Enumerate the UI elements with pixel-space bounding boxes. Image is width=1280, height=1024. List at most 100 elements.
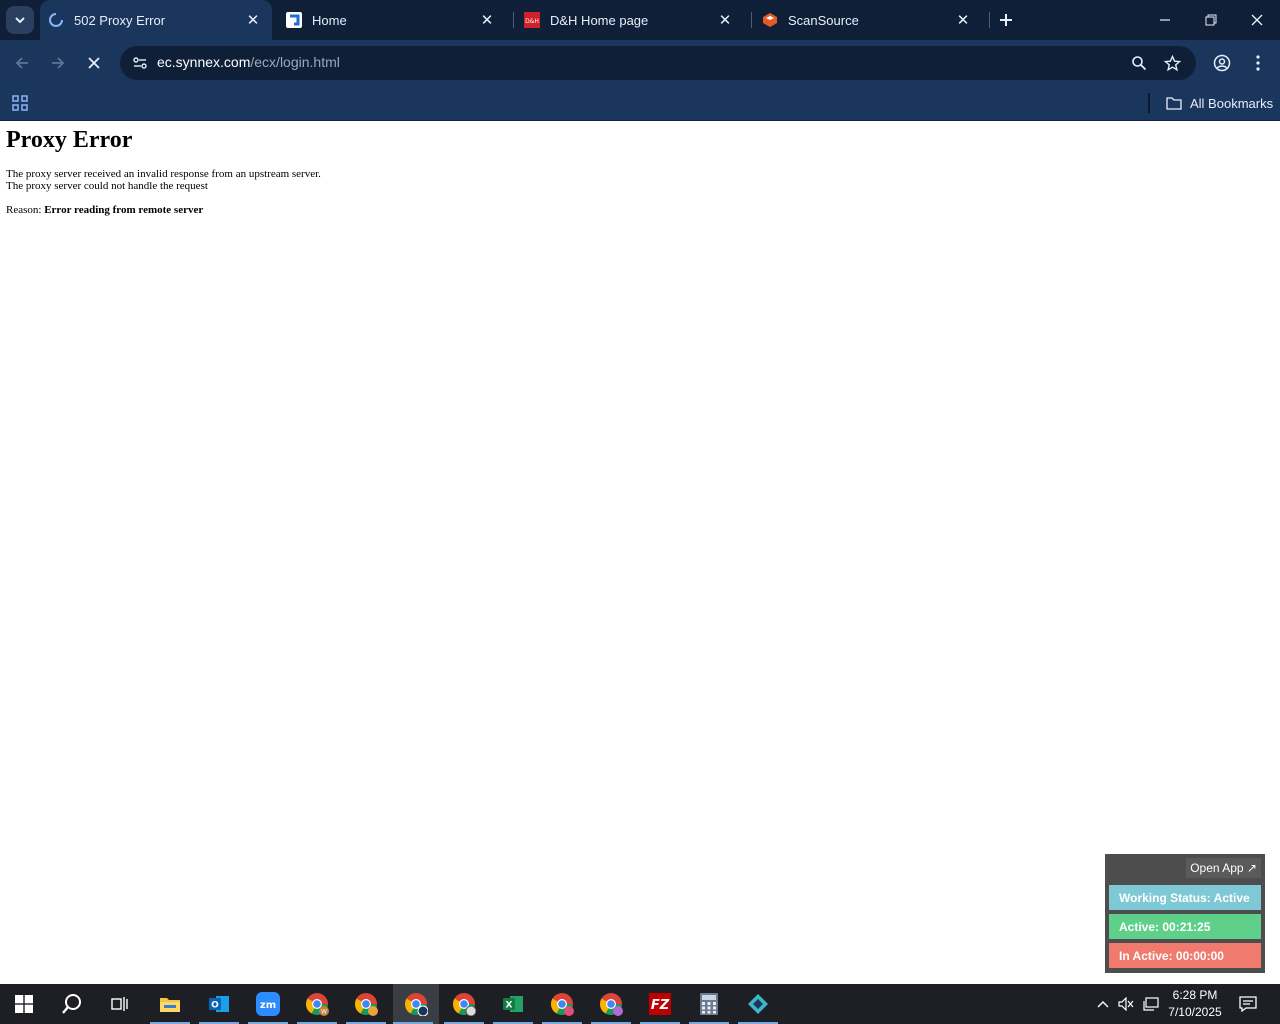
forward-button[interactable] [42, 47, 74, 79]
tab-title: Home [312, 12, 347, 28]
chrome-icon [600, 993, 623, 1016]
search-icon [62, 994, 81, 1014]
site-info-icon[interactable] [128, 51, 152, 75]
address-bar[interactable]: ec.synnex.com/ecx/login.html [120, 46, 1196, 80]
profile-button[interactable] [1206, 47, 1238, 79]
close-tab-icon[interactable]: ✕ [954, 11, 972, 29]
error-line-2: The proxy server could not handle the re… [6, 180, 208, 192]
apps-grid-icon[interactable] [10, 93, 30, 113]
page-content: Proxy Error The proxy server received an… [0, 121, 1280, 984]
chrome-taskbar-item-5[interactable] [542, 984, 582, 1024]
excel-taskbar-item[interactable]: X [493, 984, 533, 1024]
svg-text:O: O [211, 1001, 219, 1011]
restore-button[interactable] [1188, 0, 1234, 40]
excel-icon: X [503, 996, 523, 1012]
folder-icon [1166, 97, 1182, 110]
zoom-taskbar-item[interactable]: zm [248, 984, 288, 1024]
chrome-icon [405, 993, 428, 1016]
start-button[interactable] [4, 984, 44, 1024]
chevron-up-icon [1097, 1001, 1109, 1008]
tab-home[interactable]: Home ✕ [278, 0, 506, 40]
chrome-taskbar-item-2[interactable] [346, 984, 386, 1024]
search-button[interactable] [52, 984, 92, 1024]
bookmark-star-icon[interactable] [1160, 51, 1184, 75]
clock-time: 6:28 PM [1172, 988, 1218, 1002]
back-button[interactable] [6, 47, 38, 79]
inactive-time: In Active: 00:00:00 [1109, 943, 1261, 968]
task-view-button[interactable] [100, 984, 140, 1024]
back-arrow-icon [15, 57, 28, 69]
network-icon [1143, 997, 1159, 1011]
close-icon [88, 57, 100, 69]
chrome-icon [355, 993, 378, 1016]
tab-title: D&H Home page [550, 12, 649, 28]
notifications-button[interactable] [1236, 984, 1260, 1024]
outlook-taskbar-item[interactable]: O [199, 984, 239, 1024]
svg-text:D&H: D&H [525, 18, 539, 25]
error-description: The proxy server received an invalid res… [6, 168, 321, 192]
close-tab-icon[interactable]: ✕ [244, 11, 262, 29]
stop-loading-button[interactable] [78, 47, 110, 79]
zoom-icon[interactable] [1127, 51, 1151, 75]
close-icon [1251, 14, 1263, 26]
all-bookmarks-label: All Bookmarks [1190, 95, 1274, 111]
plus-icon [1000, 14, 1012, 26]
minimize-icon [1160, 19, 1170, 21]
filezilla-icon: FZ [649, 993, 671, 1015]
active-time: Active: 00:21:25 [1109, 914, 1261, 939]
app-icon [748, 994, 768, 1014]
chrome-taskbar-item-1[interactable]: W [297, 984, 337, 1024]
error-reason: Reason: Error reading from remote server [6, 204, 203, 216]
scansource-favicon [762, 12, 778, 28]
outlook-icon: O [209, 996, 229, 1012]
new-tab-button[interactable] [994, 8, 1018, 32]
file-explorer-icon [160, 998, 180, 1012]
chrome-taskbar-item-6[interactable] [591, 984, 631, 1024]
chrome-taskbar-item-3[interactable] [393, 984, 439, 1024]
time-tracker-widget: Open App ↗ Working Status: Active Active… [1105, 854, 1265, 973]
chrome-icon: W [306, 993, 329, 1016]
volume-button[interactable] [1116, 984, 1136, 1024]
svg-text:zm: zm [260, 1000, 276, 1011]
error-line-1: The proxy server received an invalid res… [6, 168, 321, 180]
open-app-button[interactable]: Open App ↗ [1186, 858, 1261, 878]
volume-muted-icon [1118, 997, 1134, 1011]
calculator-taskbar-item[interactable] [689, 984, 729, 1024]
tab-dh-home[interactable]: D&H D&H Home page ✕ [516, 0, 744, 40]
more-vert-icon [1256, 55, 1260, 71]
system-clock[interactable]: 6:28 PM 7/10/2025 [1162, 987, 1228, 1021]
notification-icon [1239, 996, 1257, 1012]
chrome-taskbar-item-4[interactable] [444, 984, 484, 1024]
url-domain: ec.synnex.com [157, 54, 251, 70]
url-text[interactable]: ec.synnex.com/ecx/login.html [157, 54, 340, 70]
tracker-app-taskbar-item[interactable] [738, 984, 778, 1024]
reason-value: Error reading from remote server [44, 204, 204, 216]
loading-spinner-icon [48, 12, 64, 28]
forward-arrow-icon [52, 57, 65, 69]
close-tab-icon[interactable]: ✕ [716, 11, 734, 29]
show-hidden-icons-button[interactable] [1094, 984, 1112, 1024]
tab-title: ScanSource [788, 12, 859, 28]
close-window-button[interactable] [1234, 0, 1280, 40]
network-button[interactable] [1140, 984, 1162, 1024]
restore-icon [1205, 14, 1217, 26]
task-view-icon [111, 997, 128, 1011]
file-explorer-taskbar-item[interactable] [150, 984, 190, 1024]
close-tab-icon[interactable]: ✕ [478, 11, 496, 29]
tab-proxy-error[interactable]: 502 Proxy Error ✕ [40, 0, 272, 40]
reason-label: Reason: [6, 204, 45, 216]
tab-scansource[interactable]: ScanSource ✕ [754, 0, 982, 40]
tab-separator [513, 12, 514, 28]
zoom-icon: zm [256, 992, 280, 1016]
all-bookmarks-button[interactable]: All Bookmarks [1166, 92, 1273, 114]
minimize-button[interactable] [1142, 0, 1188, 40]
profile-icon [1213, 54, 1231, 72]
tab-search-button[interactable] [6, 6, 34, 34]
start-icon [15, 995, 33, 1013]
taskbar: O zm W X FZ 6:28 PM 7/10/2025 [0, 984, 1280, 1024]
working-status: Working Status: Active [1109, 885, 1261, 910]
filezilla-taskbar-item[interactable]: FZ [640, 984, 680, 1024]
svg-text:FZ: FZ [651, 998, 670, 1013]
tab-separator [989, 12, 990, 28]
menu-button[interactable] [1242, 47, 1274, 79]
